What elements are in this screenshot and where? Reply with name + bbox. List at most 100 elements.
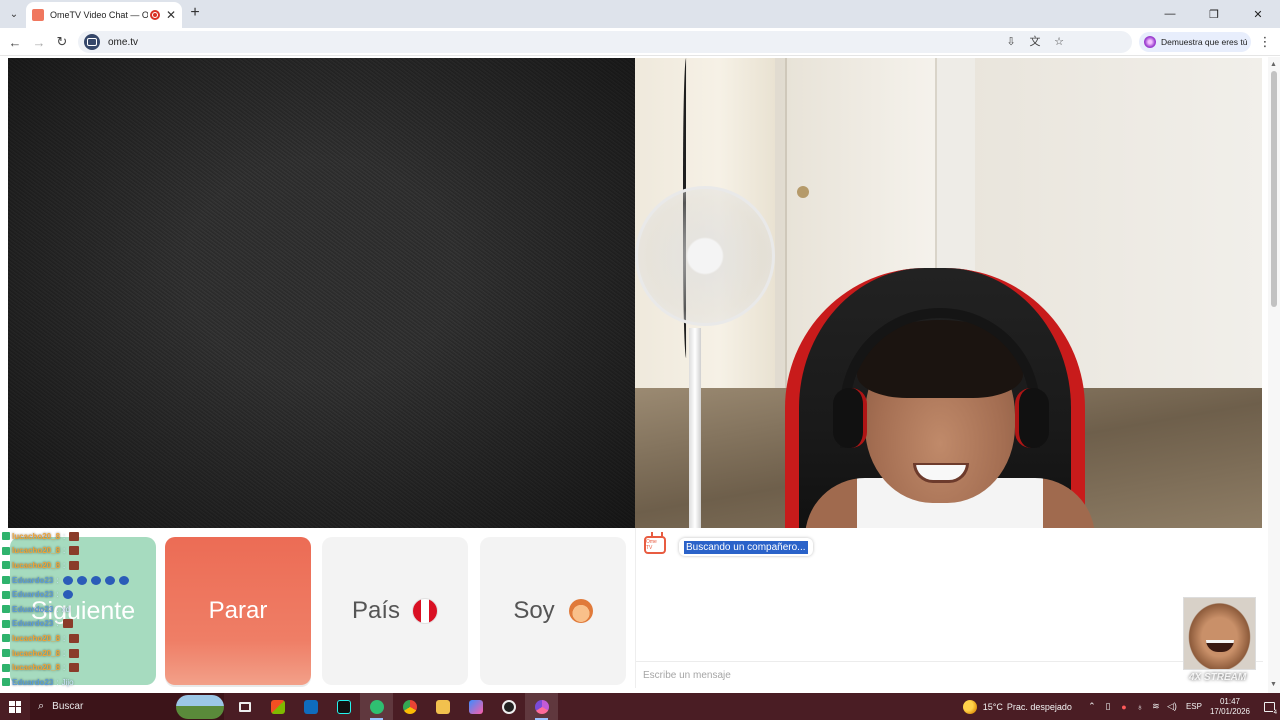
chat-blue-emote-icon [90,575,101,585]
stream-chat-overlay: lucacho20_8: lucacho20_8: lucacho20_8: Edua… [2,529,152,689]
stream-chat-line: lucacho20_8: [2,631,152,646]
chat-badge-icon [2,663,10,672]
star-icon[interactable]: ☆ [1052,34,1066,48]
weather-desc[interactable]: Prac. despejado [1007,702,1072,712]
address-bar[interactable]: ome.tv ⇩ 文 ☆ [78,31,1132,53]
fan-pole [689,328,701,528]
chat-blue-emote-icon [62,575,73,585]
ometv-favicon-icon [32,9,44,21]
stream-chat-user: lucacho20_8 [12,531,61,541]
scroll-thumb[interactable] [1271,71,1277,307]
minimize-button[interactable]: — [1148,0,1192,28]
chrome-icon[interactable] [393,693,426,720]
app-tray-icon[interactable]: ● [1116,702,1132,712]
forward-icon[interactable]: → [30,33,48,51]
stream-chat-separator: : [63,633,66,643]
active-tab[interactable]: OmeTV Video Chat — Ome ✕ [26,2,182,28]
stream-watermark: 4X STREAM [1189,672,1247,683]
ometv-logo-icon: Ome TV [644,532,666,554]
windows-logo-icon [9,700,21,713]
profile-verify-button[interactable]: Demuestra que eres tú [1139,32,1251,52]
language-indicator[interactable]: ESP [1186,702,1202,711]
tab-search-chevron-icon[interactable]: ⌄ [4,5,24,23]
fan [635,186,775,326]
stop-button[interactable]: Parar [165,537,311,685]
site-info-icon[interactable] [84,34,100,50]
new-tab-button[interactable]: + [186,4,204,22]
stream-chat-message: xd [61,604,71,614]
task-view-icon[interactable] [228,693,261,720]
translate-icon[interactable]: 文 [1028,34,1042,48]
start-button[interactable] [0,693,30,720]
stream-chat-line: lucacho20_8: [2,660,152,675]
stream-chat-user: Eduardo23 [12,575,54,585]
taskbar-apps [228,693,558,720]
stream-chat-user: Eduardo23 [12,677,54,687]
device-icon[interactable]: ▯ [1100,701,1116,712]
system-tray: 15°C Prac. despejado ⌃ ▯ ● ♁ ≋ ◁) ESP 01… [962,693,1280,720]
omnibox-actions: ⇩ 文 ☆ [1004,34,1066,49]
stream-chat-separator: : [63,663,66,673]
country-button[interactable]: País [322,537,468,685]
gender-button-label: Soy [513,597,555,624]
searching-partner-text: Buscando un compañero... [684,540,808,554]
notifications-button[interactable]: 4 [1258,693,1280,720]
stream-chat-user: lucacho20_8 [12,633,61,643]
search-label: Buscar [52,701,84,712]
stream-chat-message: Jijo [61,677,74,687]
chat-badge-icon [2,678,10,687]
headset-cup-left [833,388,867,448]
browser-toolbar: ← → ↻ ome.tv ⇩ 文 ☆ Demuestra que eres tú… [0,28,1280,56]
back-icon[interactable]: ← [6,33,24,51]
wifi-icon[interactable]: ≋ [1148,701,1164,712]
clock-time: 01:47 [1219,696,1240,706]
stream-chat-user: lucacho20_8 [12,663,61,673]
chrome-active-icon[interactable] [525,693,558,720]
self-webcam-video [635,58,1262,528]
microphone-icon[interactable]: ♁ [1132,702,1148,712]
obs-icon[interactable] [492,693,525,720]
windows-taskbar: ⌕ Buscar 15°C Prac. despejado ⌃ ▯ ● ♁ ≋ … [0,693,1280,720]
status-bubble: Buscando un compañero... [679,538,813,556]
scroll-up-icon[interactable]: ▲ [1270,61,1277,68]
volume-icon[interactable]: ◁) [1164,701,1180,712]
install-icon[interactable]: ⇩ [1004,34,1018,48]
weather-temp[interactable]: 15°C [983,702,1003,712]
file-explorer-icon[interactable] [426,693,459,720]
recording-indicator-icon [149,10,160,20]
streamlabs-icon[interactable] [360,693,393,720]
kebab-menu-icon[interactable]: ⋮ [1258,33,1272,51]
outlook-icon[interactable] [294,693,327,720]
weather-moon-icon[interactable] [962,699,977,714]
stream-chat-separator: : [56,575,59,585]
stream-chat-separator: : [56,677,59,687]
scroll-down-icon[interactable]: ▼ [1270,681,1277,688]
message-input[interactable] [643,666,1143,684]
search-icon: ⌕ [38,700,45,712]
stream-chat-line: lucacho20_8: [2,558,152,573]
tab-title: OmeTV Video Chat — Ome [50,10,148,20]
chat-blue-emote-icon [62,590,73,600]
restore-button[interactable]: ❐ [1192,0,1236,28]
copilot-icon[interactable] [459,693,492,720]
door-knob [797,186,809,198]
chat-emote-icon [69,663,80,673]
chat-badge-icon [2,605,10,614]
chat-badge-icon [2,532,10,541]
boy-emoji-icon [568,599,593,623]
stream-chat-user: lucacho20_8 [12,560,61,570]
reload-icon[interactable]: ↻ [53,33,71,51]
clock[interactable]: 01:47 17/01/2026 [1210,697,1250,717]
tab-close-icon[interactable]: ✕ [166,8,176,22]
close-window-button[interactable]: ✕ [1236,0,1280,28]
stream-chat-user: Eduardo23 [12,590,54,600]
taskbar-search[interactable]: ⌕ Buscar [30,693,224,720]
tiktok-icon[interactable] [327,693,360,720]
chevron-up-icon[interactable]: ⌃ [1084,701,1100,712]
stream-chat-line: Eduardo23: [2,573,152,588]
gender-button[interactable]: Soy [480,537,626,685]
microsoft-store-icon[interactable] [261,693,294,720]
stream-chat-line: Eduardo23: [2,617,152,632]
chat-emote-icon [69,560,80,570]
page-scrollbar[interactable]: ▲ ▼ [1268,57,1280,693]
